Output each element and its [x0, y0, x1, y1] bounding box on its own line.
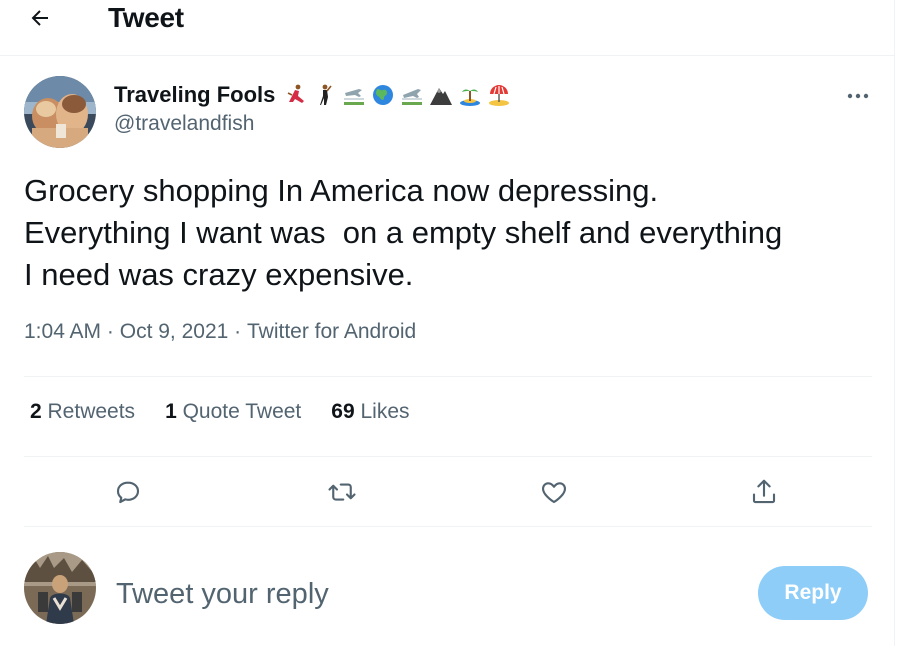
current-user-avatar-image — [24, 552, 96, 624]
page-title: Tweet — [108, 2, 184, 33]
reply-submit-button[interactable]: Reply — [758, 566, 868, 620]
author-avatar-image — [24, 76, 96, 148]
tweet-meta: 1:04 AM · Oct 9, 2021 · Twitter for Andr… — [24, 320, 416, 344]
retweets-count: 2 — [30, 400, 48, 423]
airplane-departure-icon — [399, 82, 425, 108]
author-name-row: Traveling Fools — [114, 80, 512, 110]
share-icon — [752, 479, 776, 504]
name-emoji-row — [283, 82, 512, 108]
author-avatar[interactable] — [24, 76, 96, 148]
quote-tweets-stat[interactable]: 1 Quote Tweet — [165, 400, 301, 424]
quote-tweets-label: Quote Tweet — [182, 400, 302, 423]
beach-umbrella-icon — [486, 82, 512, 108]
globe-asia-icon — [370, 82, 396, 108]
dancer-emoji-icon — [283, 82, 309, 108]
reply-input[interactable] — [116, 572, 716, 616]
tweet-detail-page: Tweet Traveling Fools @travelandfish Gro… — [0, 0, 910, 646]
current-user-avatar[interactable] — [24, 552, 96, 624]
mountain-emoji-icon — [428, 82, 454, 108]
tweet-source[interactable]: Twitter for Android — [247, 320, 416, 344]
likes-label: Likes — [360, 400, 410, 423]
meta-separator: · — [101, 320, 120, 343]
tweet-stats: 2 Retweets 1 Quote Tweet 69 Likes — [30, 400, 440, 424]
arrow-left-icon — [31, 10, 48, 26]
likes-count: 69 — [331, 400, 361, 423]
man-dancing-emoji-icon — [312, 82, 338, 108]
reply-icon — [116, 481, 140, 504]
reply-button[interactable] — [106, 470, 150, 514]
meta-separator: · — [228, 320, 247, 343]
tweet-action-bar — [24, 470, 872, 514]
retweets-stat[interactable]: 2 Retweets — [30, 400, 135, 424]
airplane-arrival-icon — [341, 82, 367, 108]
retweet-button[interactable] — [320, 470, 364, 514]
retweet-icon — [328, 483, 356, 501]
divider — [24, 456, 872, 457]
back-button[interactable] — [22, 2, 58, 34]
heart-icon — [542, 482, 566, 504]
share-button[interactable] — [742, 470, 786, 514]
tweet-text: Grocery shopping In America now depressi… — [24, 173, 783, 292]
tweet-time[interactable]: 1:04 AM — [24, 320, 101, 344]
more-horizontal-icon — [847, 93, 869, 99]
desert-island-icon — [457, 82, 483, 108]
like-button[interactable] — [532, 470, 576, 514]
quote-tweets-count: 1 — [165, 400, 183, 423]
divider — [24, 526, 872, 527]
divider — [24, 376, 872, 377]
retweets-label: Retweets — [47, 400, 136, 423]
tweet-date[interactable]: Oct 9, 2021 — [120, 320, 229, 344]
column-border — [894, 0, 895, 646]
page-header: Tweet — [0, 0, 894, 56]
likes-stat[interactable]: 69 Likes — [331, 400, 409, 424]
author-display-name[interactable]: Traveling Fools — [114, 82, 275, 108]
author-handle[interactable]: @travelandfish — [114, 112, 254, 136]
more-options-button[interactable] — [840, 84, 876, 108]
